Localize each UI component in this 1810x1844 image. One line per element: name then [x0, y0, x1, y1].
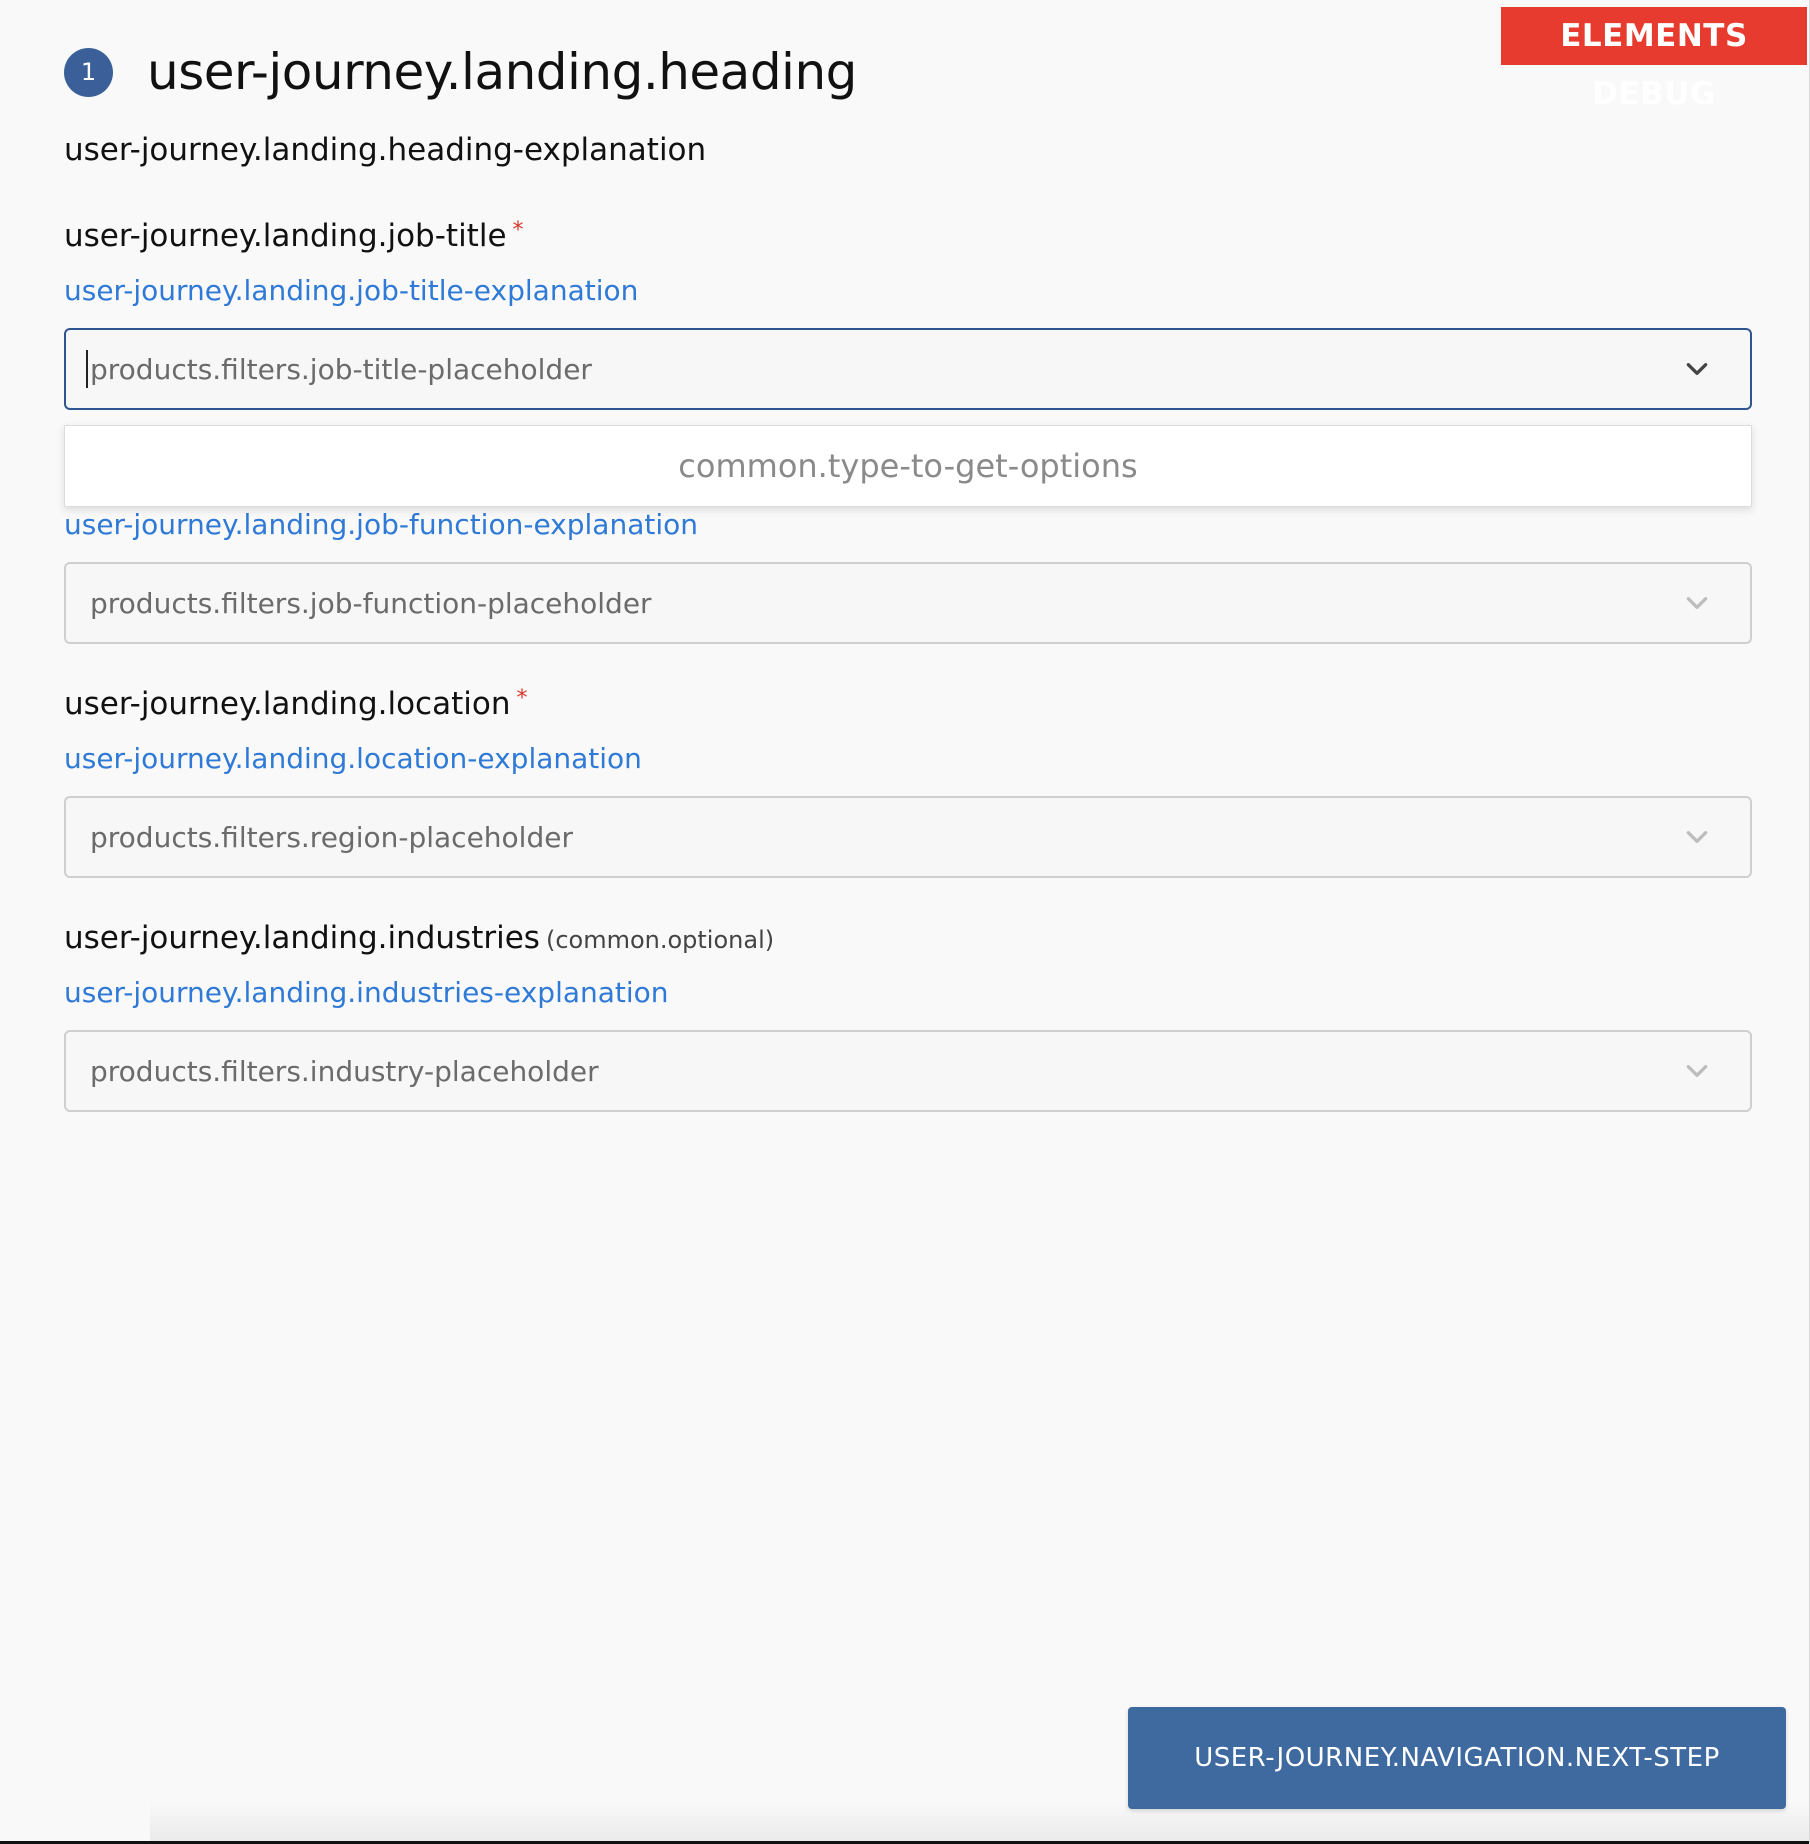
industries-explanation: user-journey.landing.industries-explanat… — [64, 976, 669, 1009]
job-title-select[interactable]: products.filters.job-title-placeholder — [64, 328, 1752, 410]
job-title-label-text: user-journey.landing.job-title — [64, 218, 507, 254]
location-explanation: user-journey.landing.location-explanatio… — [64, 742, 642, 775]
elements-debug-badge: ELEMENTS DEBUG — [1501, 7, 1807, 112]
step-header: 1 user-journey.landing.heading — [64, 40, 857, 104]
text-cursor — [86, 350, 88, 388]
step-number-badge: 1 — [64, 47, 113, 97]
required-marker: * — [516, 686, 528, 711]
chevron-down-icon[interactable] — [1684, 356, 1710, 382]
industries-select[interactable]: products.filters.industry-placeholder — [64, 1030, 1752, 1112]
bottom-shadow — [150, 1801, 1810, 1841]
chevron-down-icon[interactable] — [1684, 590, 1710, 616]
location-select[interactable]: products.filters.region-placeholder — [64, 796, 1752, 878]
job-function-select[interactable]: products.filters.job-function-placeholde… — [64, 562, 1752, 644]
industries-label: user-journey.landing.industries (common.o… — [64, 920, 774, 956]
industries-label-text: user-journey.landing.industries — [64, 920, 540, 956]
job-title-explanation: user-journey.landing.job-title-explanati… — [64, 274, 639, 307]
job-function-placeholder[interactable]: products.filters.job-function-placeholde… — [90, 587, 1684, 620]
next-step-button[interactable]: USER-JOURNEY.NAVIGATION.NEXT-STEP — [1128, 1707, 1786, 1809]
location-label: user-journey.landing.location * — [64, 686, 527, 722]
chevron-down-icon[interactable] — [1684, 1058, 1710, 1084]
page-heading: user-journey.landing.heading — [147, 43, 857, 101]
job-title-label: user-journey.landing.job-title * — [64, 218, 524, 254]
job-function-explanation: user-journey.landing.job-function-explan… — [64, 508, 698, 541]
heading-explanation: user-journey.landing.heading-explanation — [64, 132, 707, 168]
optional-marker: (common.optional) — [545, 926, 775, 954]
industries-placeholder[interactable]: products.filters.industry-placeholder — [90, 1055, 1684, 1088]
location-placeholder[interactable]: products.filters.region-placeholder — [90, 821, 1684, 854]
location-label-text: user-journey.landing.location — [64, 686, 511, 722]
job-title-dropdown-menu: common.type-to-get-options — [64, 425, 1752, 507]
required-marker: * — [512, 218, 524, 243]
dropdown-empty-message: common.type-to-get-options — [678, 447, 1138, 485]
chevron-down-icon[interactable] — [1684, 824, 1710, 850]
job-title-placeholder[interactable]: products.filters.job-title-placeholder — [90, 353, 1684, 386]
